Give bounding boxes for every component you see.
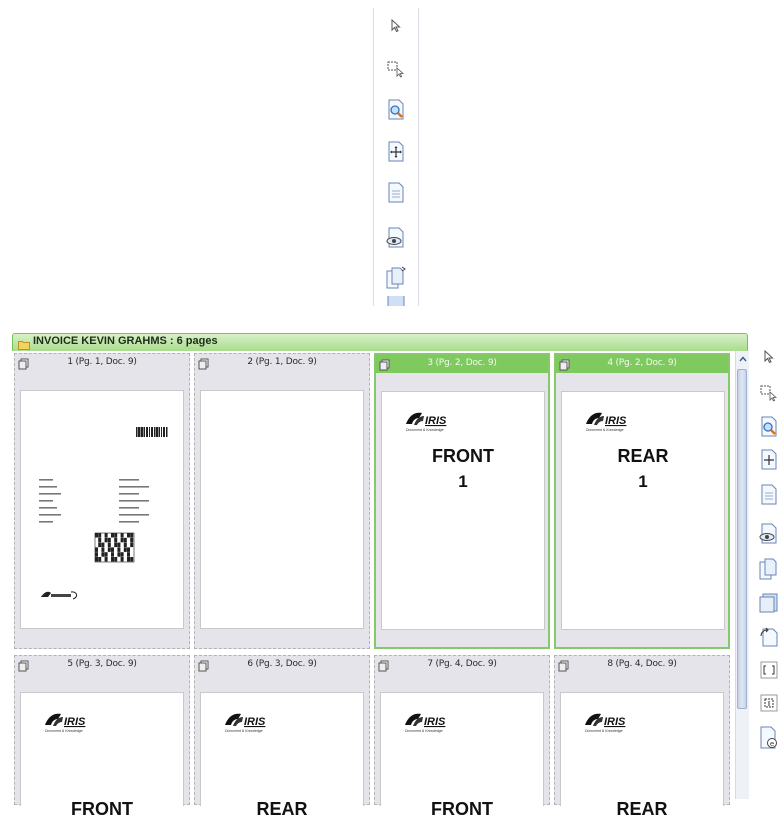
- iris-logo: IRIS Document & Knowledge: [583, 711, 639, 740]
- logo-tagline: Document & Knowledge: [45, 729, 83, 733]
- page-thumbnail[interactable]: 3 (Pg. 2, Doc. 9) IRIS Document & Knowledg…: [374, 353, 550, 649]
- thumbnail-label: 3 (Pg. 2, Doc. 9): [427, 358, 497, 368]
- logo-text: IRIS: [605, 415, 627, 427]
- logo-text: IRIS: [244, 716, 266, 728]
- group-title: INVOICE KEVIN GRAHMS : 6 pages: [33, 335, 218, 347]
- preview-icon[interactable]: [757, 522, 781, 546]
- card-side-text: REAR: [256, 799, 308, 819]
- thumbnail-header: 6 (Pg. 3, Doc. 9): [195, 656, 369, 674]
- logo-tagline: Document & Knowledge: [225, 729, 263, 733]
- scroll-up-arrow-icon[interactable]: [736, 353, 749, 365]
- iris-logo: IRIS Document & Knowledge: [43, 711, 99, 740]
- page-view-icon[interactable]: [757, 483, 781, 507]
- split-icon[interactable]: [757, 691, 781, 715]
- page-thumbnail[interactable]: 7 (Pg. 4, Doc. 9) IRIS Document & Knowledg…: [374, 655, 550, 819]
- crop-icon[interactable]: [757, 658, 781, 682]
- logo-text: IRIS: [424, 716, 446, 728]
- page-preview: IRIS Document & Knowledge FRONT 1: [381, 391, 545, 630]
- thumbnail-grid: 1 (Pg. 1, Doc. 9) 2 (Pg. 1, Doc. 9) 3 (Pg.…: [14, 351, 746, 819]
- thumbnail-header: 4 (Pg. 2, Doc. 9): [556, 355, 728, 373]
- iris-logo: IRIS Document & Knowledge: [223, 711, 279, 740]
- logo-tagline: Document & Knowledge: [406, 428, 444, 432]
- thumbnail-header: 1 (Pg. 1, Doc. 9): [15, 354, 189, 372]
- iris-logo: IRIS Document & Knowledge: [403, 711, 459, 740]
- preview-icon[interactable]: [384, 226, 408, 250]
- copy-pages-icon[interactable]: [384, 266, 408, 290]
- page-thumbnail[interactable]: 5 (Pg. 3, Doc. 9) IRIS Document & Knowledg…: [14, 655, 190, 819]
- floating-toolbar: [373, 8, 419, 306]
- card-number-text: 1: [458, 472, 468, 491]
- pan-icon[interactable]: [757, 448, 781, 472]
- vertical-scrollbar[interactable]: [735, 351, 749, 799]
- region-select-icon[interactable]: [757, 380, 781, 404]
- zoom-icon[interactable]: [384, 98, 408, 122]
- card-number-text: 1: [638, 472, 648, 491]
- thumbnail-label: 8 (Pg. 4, Doc. 9): [607, 659, 677, 669]
- thumbnail-label: 1 (Pg. 1, Doc. 9): [67, 357, 137, 367]
- page-preview: IRIS Document & Knowledge REAR: [560, 692, 724, 819]
- page-thumbnail[interactable]: 6 (Pg. 3, Doc. 9) IRIS Document & Knowledg…: [194, 655, 370, 819]
- logo-text: IRIS: [604, 716, 626, 728]
- page-thumbnail[interactable]: 8 (Pg. 4, Doc. 9) IRIS Document & Knowledg…: [554, 655, 730, 819]
- zoom-icon[interactable]: [757, 415, 781, 439]
- rotate-icon[interactable]: [757, 625, 781, 649]
- thumbnail-header: 2 (Pg. 1, Doc. 9): [195, 354, 369, 372]
- page-preview: IRIS Document & Knowledge REAR 1: [561, 391, 725, 630]
- logo-tagline: Document & Knowledge: [585, 729, 623, 733]
- select-pointer-icon[interactable]: [757, 345, 781, 369]
- thumbnail-label: 2 (Pg. 1, Doc. 9): [247, 357, 317, 367]
- page-preview: IRIS Document & Knowledge FRONT: [20, 692, 184, 819]
- logo-text: IRIS: [64, 716, 86, 728]
- page-preview: [20, 390, 184, 629]
- select-pointer-icon[interactable]: [384, 14, 408, 38]
- pan-icon[interactable]: [384, 140, 408, 164]
- card-side-text: REAR: [617, 446, 669, 466]
- thumbnail-panel: INVOICE KEVIN GRAHMS : 6 pages 1 (Pg. 1,…: [12, 333, 784, 819]
- thumbnail-label: 6 (Pg. 3, Doc. 9): [247, 659, 317, 669]
- card-side-text: REAR: [616, 799, 668, 819]
- page-thumbnail[interactable]: 2 (Pg. 1, Doc. 9): [194, 353, 370, 649]
- thumbnail-label: 5 (Pg. 3, Doc. 9): [67, 659, 137, 669]
- logo-text: IRIS: [425, 415, 447, 427]
- thumbnail-label: 7 (Pg. 4, Doc. 9): [427, 659, 497, 669]
- document-icon[interactable]: [757, 591, 781, 615]
- card-side-text: FRONT: [432, 446, 494, 466]
- thumbnail-label: 4 (Pg. 2, Doc. 9): [607, 358, 677, 368]
- group-header[interactable]: INVOICE KEVIN GRAHMS : 6 pages: [12, 333, 748, 351]
- card-side-text: FRONT: [431, 799, 493, 819]
- page-thumbnail[interactable]: 1 (Pg. 1, Doc. 9): [14, 353, 190, 649]
- invoice-preview: [39, 427, 168, 600]
- logo-tagline: Document & Knowledge: [586, 428, 624, 432]
- copy-pages-icon[interactable]: [757, 557, 781, 581]
- page-view-icon[interactable]: [384, 181, 408, 205]
- logo-tagline: Document & Knowledge: [405, 729, 443, 733]
- side-toolbar: e: [753, 333, 784, 799]
- page-preview: [200, 390, 364, 629]
- card-side-text: FRONT: [71, 799, 133, 819]
- thumbnail-header: 5 (Pg. 3, Doc. 9): [15, 656, 189, 674]
- thumbnail-header: 8 (Pg. 4, Doc. 9): [555, 656, 729, 674]
- region-select-icon[interactable]: [384, 56, 408, 80]
- scroll-thumb[interactable]: [737, 369, 747, 709]
- document-icon[interactable]: [384, 296, 408, 306]
- thumbnail-header: 7 (Pg. 4, Doc. 9): [375, 656, 549, 674]
- page-preview: IRIS Document & Knowledge REAR: [200, 692, 364, 819]
- page-preview: IRIS Document & Knowledge FRONT: [380, 692, 544, 819]
- iris-logo: IRIS Document & Knowledge: [584, 410, 640, 439]
- svg-text:e: e: [770, 740, 774, 748]
- iris-logo: IRIS Document & Knowledge: [404, 410, 460, 439]
- export-icon[interactable]: e: [757, 726, 781, 750]
- page-thumbnail[interactable]: 4 (Pg. 2, Doc. 9) IRIS Document & Knowledg…: [554, 353, 730, 649]
- thumbnail-header: 3 (Pg. 2, Doc. 9): [376, 355, 548, 373]
